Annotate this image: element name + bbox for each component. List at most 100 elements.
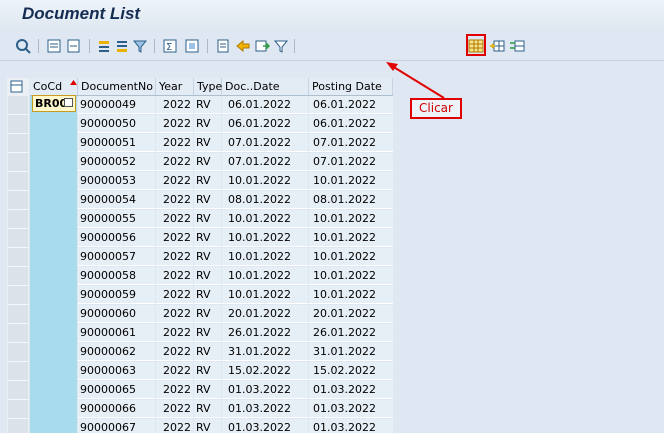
cell-year[interactable]: 2022 xyxy=(156,324,193,342)
row-selector[interactable] xyxy=(8,115,28,134)
cell-year[interactable]: 2022 xyxy=(156,267,193,285)
cell-type[interactable]: RV xyxy=(194,343,221,361)
refresh-icon[interactable] xyxy=(15,38,31,54)
row-selector[interactable] xyxy=(8,362,28,381)
cell-docdate[interactable]: 10.01.2022 xyxy=(222,172,308,190)
cell-docdate[interactable]: 10.01.2022 xyxy=(222,229,308,247)
row-selector[interactable] xyxy=(8,286,28,305)
cell-posting-date[interactable]: 06.01.2022 xyxy=(309,96,393,114)
cell-documentno[interactable]: 90000066 xyxy=(78,400,155,418)
column-header-posting-date[interactable]: Posting Date xyxy=(309,78,393,95)
cell-docdate[interactable]: 01.03.2022 xyxy=(222,381,308,399)
cell-year[interactable]: 2022 xyxy=(156,248,193,266)
cell-documentno[interactable]: 90000060 xyxy=(78,305,155,323)
insert-column-icon[interactable] xyxy=(489,38,505,54)
column-header-documentno[interactable]: DocumentNo xyxy=(78,78,156,95)
cell-year[interactable]: 2022 xyxy=(156,134,193,152)
cell-type[interactable]: RV xyxy=(194,248,221,266)
cell-docdate[interactable]: 10.01.2022 xyxy=(222,248,308,266)
filter-icon[interactable] xyxy=(132,38,148,54)
cell-documentno[interactable]: 90000050 xyxy=(78,115,155,133)
column-header-year[interactable]: Year xyxy=(156,78,194,95)
row-selector[interactable] xyxy=(8,400,28,419)
row-selector[interactable] xyxy=(8,267,28,286)
cell-posting-date[interactable]: 10.01.2022 xyxy=(309,248,393,266)
cell-documentno[interactable]: 90000063 xyxy=(78,362,155,380)
cell-docdate[interactable]: 08.01.2022 xyxy=(222,191,308,209)
cell-docdate[interactable]: 01.03.2022 xyxy=(222,419,308,433)
row-selector[interactable] xyxy=(8,419,28,433)
cell-type[interactable]: RV xyxy=(194,134,221,152)
cell-type[interactable]: RV xyxy=(194,267,221,285)
cell-year[interactable]: 2022 xyxy=(156,400,193,418)
cell-posting-date[interactable]: 10.01.2022 xyxy=(309,286,393,304)
subtotal-icon[interactable] xyxy=(184,38,200,54)
cell-posting-date[interactable]: 10.01.2022 xyxy=(309,210,393,228)
cell-year[interactable]: 2022 xyxy=(156,191,193,209)
select-icon[interactable] xyxy=(66,38,82,54)
cell-posting-date[interactable]: 10.01.2022 xyxy=(309,172,393,190)
cell-posting-date[interactable]: 08.01.2022 xyxy=(309,191,393,209)
column-header-docdate[interactable]: Doc..Date xyxy=(222,78,309,95)
cell-posting-date[interactable]: 10.01.2022 xyxy=(309,229,393,247)
cell-type[interactable]: RV xyxy=(194,229,221,247)
cell-year[interactable]: 2022 xyxy=(156,115,193,133)
cell-docdate[interactable]: 06.01.2022 xyxy=(222,96,308,114)
cell-docdate[interactable]: 07.01.2022 xyxy=(222,134,308,152)
cell-docdate[interactable]: 10.01.2022 xyxy=(222,286,308,304)
cell-type[interactable]: RV xyxy=(194,362,221,380)
column-header-cocd[interactable]: CoCd xyxy=(30,78,78,95)
cell-posting-date[interactable]: 07.01.2022 xyxy=(309,153,393,171)
row-selector[interactable] xyxy=(8,96,28,115)
cell-posting-date[interactable]: 07.01.2022 xyxy=(309,134,393,152)
cell-documentno[interactable]: 90000058 xyxy=(78,267,155,285)
layout-menu-icon[interactable] xyxy=(10,80,24,93)
cell-year[interactable]: 2022 xyxy=(156,362,193,380)
cell-year[interactable]: 2022 xyxy=(156,286,193,304)
layout-icon[interactable] xyxy=(254,38,270,54)
total-icon[interactable]: Σ xyxy=(162,38,178,54)
cell-docdate[interactable]: 07.01.2022 xyxy=(222,153,308,171)
cell-docdate[interactable]: 01.03.2022 xyxy=(222,400,308,418)
cell-documentno[interactable]: 90000061 xyxy=(78,324,155,342)
sort-descending-icon[interactable] xyxy=(114,38,130,54)
row-selector[interactable] xyxy=(8,248,28,267)
cell-type[interactable]: RV xyxy=(194,96,221,114)
cell-documentno[interactable]: 90000051 xyxy=(78,134,155,152)
export-icon[interactable] xyxy=(235,38,251,54)
cell-docdate[interactable]: 06.01.2022 xyxy=(222,115,308,133)
cell-type[interactable]: RV xyxy=(194,286,221,304)
row-selector[interactable] xyxy=(8,172,28,191)
row-selector[interactable] xyxy=(8,191,28,210)
cell-docdate[interactable]: 10.01.2022 xyxy=(222,210,308,228)
sort-ascending-icon[interactable] xyxy=(96,38,112,54)
cell-posting-date[interactable]: 01.03.2022 xyxy=(309,381,393,399)
cell-type[interactable]: RV xyxy=(194,210,221,228)
change-layout-icon[interactable] xyxy=(509,38,525,54)
cell-documentno[interactable]: 90000062 xyxy=(78,343,155,361)
cell-type[interactable]: RV xyxy=(194,305,221,323)
cell-year[interactable]: 2022 xyxy=(156,381,193,399)
cell-type[interactable]: RV xyxy=(194,153,221,171)
value-help-icon[interactable] xyxy=(64,98,73,107)
cell-year[interactable]: 2022 xyxy=(156,305,193,323)
row-selector[interactable] xyxy=(8,343,28,362)
row-selector[interactable] xyxy=(8,134,28,153)
cell-posting-date[interactable]: 15.02.2022 xyxy=(309,362,393,380)
find-icon[interactable] xyxy=(273,38,289,54)
row-selector[interactable] xyxy=(8,324,28,343)
cell-posting-date[interactable]: 01.03.2022 xyxy=(309,400,393,418)
cell-year[interactable]: 2022 xyxy=(156,343,193,361)
cell-posting-date[interactable]: 20.01.2022 xyxy=(309,305,393,323)
cell-documentno[interactable]: 90000054 xyxy=(78,191,155,209)
cell-type[interactable]: RV xyxy=(194,400,221,418)
cell-documentno[interactable]: 90000067 xyxy=(78,419,155,433)
cell-year[interactable]: 2022 xyxy=(156,210,193,228)
cell-documentno[interactable]: 90000065 xyxy=(78,381,155,399)
cell-documentno[interactable]: 90000059 xyxy=(78,286,155,304)
print-icon[interactable] xyxy=(215,38,231,54)
cell-docdate[interactable]: 15.02.2022 xyxy=(222,362,308,380)
row-selector[interactable] xyxy=(8,153,28,172)
cell-type[interactable]: RV xyxy=(194,381,221,399)
cell-year[interactable]: 2022 xyxy=(156,172,193,190)
